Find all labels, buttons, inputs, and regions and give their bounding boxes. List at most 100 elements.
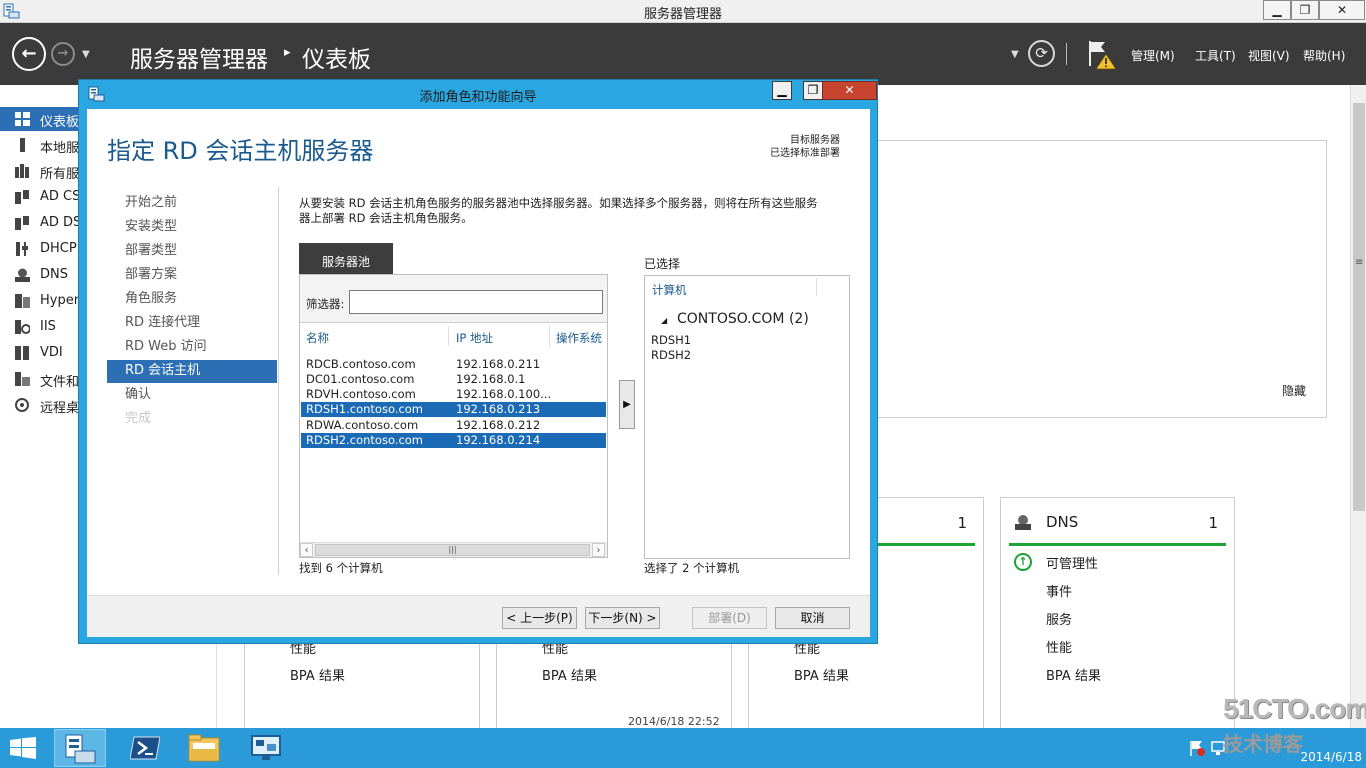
remote-desktop-connection-icon xyxy=(251,735,281,760)
server-row[interactable]: RDVH.contoso.com 192.168.0.100... xyxy=(301,387,606,402)
menu-manage[interactable]: 管理(M) xyxy=(1131,47,1175,64)
tile-row-bpa[interactable]: BPA 结果 xyxy=(290,665,345,684)
remote-desktop-icon xyxy=(15,398,29,412)
file-explorer-icon xyxy=(188,734,220,762)
back-button[interactable]: ← xyxy=(12,37,46,71)
tile-count: 1 xyxy=(1208,514,1218,532)
server-row-selected[interactable]: RDSH1.contoso.com 192.168.0.213 xyxy=(301,402,606,417)
menu-tools[interactable]: 工具(T) xyxy=(1195,47,1236,64)
next-button[interactable]: 下一步(N) > xyxy=(585,607,660,629)
history-dropdown-icon[interactable]: ▼ xyxy=(82,49,90,60)
taskbar xyxy=(0,728,1366,768)
start-windows-icon[interactable] xyxy=(10,737,36,759)
taskbar-remote-desktop[interactable] xyxy=(240,729,292,767)
add-to-selected-button[interactable]: ▶ xyxy=(619,380,635,429)
header-divider xyxy=(1066,43,1067,65)
minimize-button[interactable]: ▁ xyxy=(1263,0,1291,20)
scroll-right-icon[interactable]: › xyxy=(592,543,605,557)
server-row-selected[interactable]: RDSH2.contoso.com 192.168.0.214 xyxy=(301,433,606,448)
nav-item-dashboard[interactable]: 仪表板 xyxy=(0,107,80,131)
close-button[interactable]: ✕ xyxy=(1319,0,1365,20)
nav-item-iis[interactable]: IIS xyxy=(0,315,80,339)
server-row[interactable]: RDWA.contoso.com 192.168.0.212 xyxy=(301,418,606,433)
dns-tile[interactable]: DNS 1 ↑ 可管理性 事件 服务 性能 BPA 结果 xyxy=(1000,497,1235,737)
step-deployment-type[interactable]: 部署类型 xyxy=(107,240,277,263)
menu-view[interactable]: 视图(V) xyxy=(1248,47,1290,64)
step-deployment-scenario[interactable]: 部署方案 xyxy=(107,264,277,287)
horizontal-scrollbar[interactable]: ‹ ||| › xyxy=(300,542,607,557)
scroll-left-icon[interactable]: ‹ xyxy=(300,543,313,557)
wizard-minimize-button[interactable]: ▁ xyxy=(772,81,792,100)
nav-item-label: 远程桌 xyxy=(40,401,80,416)
collapse-triangle-icon[interactable]: ◢ xyxy=(661,316,667,325)
tab-server-pool[interactable]: 服务器池 xyxy=(299,243,393,274)
wizard-close-button[interactable]: ✕ xyxy=(822,81,877,100)
destination-server-label: 目标服务器 已选择标准部署 xyxy=(770,134,840,160)
nav-item-file-services[interactable]: 文件和 xyxy=(0,367,80,391)
selected-item[interactable]: RDSH1 xyxy=(651,333,691,347)
nav-item-label: 所有服 xyxy=(40,167,80,182)
taskbar-server-manager[interactable] xyxy=(54,729,106,767)
column-header-os[interactable]: 操作系统 xyxy=(556,330,602,346)
header-dropdown-icon[interactable]: ▼ xyxy=(1011,49,1019,60)
column-separator[interactable] xyxy=(549,326,550,346)
nav-item-dhcp[interactable]: DHCP xyxy=(0,237,80,261)
scrollbar-thumb[interactable]: ||| xyxy=(315,544,590,556)
previous-button[interactable]: < 上一步(P) xyxy=(502,607,577,629)
nav-item-label: Hyper xyxy=(40,293,80,308)
nav-item-vdi[interactable]: VDI xyxy=(0,341,80,365)
cancel-button[interactable]: 取消 xyxy=(775,607,850,629)
hide-welcome-link[interactable]: 隐藏 xyxy=(1282,382,1306,399)
step-confirmation[interactable]: 确认 xyxy=(107,384,277,407)
action-center-flag-icon[interactable] xyxy=(1188,739,1206,757)
tray-clock[interactable]: 2014/6/18 xyxy=(1300,735,1362,764)
wizard-maximize-button[interactable]: ❐ xyxy=(803,81,823,100)
scrollbar-thumb[interactable] xyxy=(1353,103,1365,511)
refresh-icon[interactable]: ⟳ xyxy=(1028,40,1055,67)
step-before-you-begin[interactable]: 开始之前 xyxy=(107,192,277,215)
nav-item-all-servers[interactable]: 所有服 xyxy=(0,159,80,183)
taskbar-file-explorer[interactable] xyxy=(178,729,230,767)
tile-row-manageability[interactable]: 可管理性 xyxy=(1046,553,1098,572)
step-rd-web-access[interactable]: RD Web 访问 xyxy=(107,336,277,359)
column-header-ip[interactable]: IP 地址 xyxy=(456,330,493,346)
nav-item-dns[interactable]: DNS xyxy=(0,263,80,287)
tile-row-bpa[interactable]: BPA 结果 xyxy=(1046,665,1101,684)
notifications-flag-icon[interactable] xyxy=(1086,38,1118,70)
wizard-titlebar[interactable]: 添加角色和功能向导 ▁ ❐ ✕ xyxy=(79,80,877,107)
forward-arrow-icon: → xyxy=(57,46,69,61)
column-header-computer[interactable]: 计算机 xyxy=(652,282,687,298)
nav-item-hyperv[interactable]: Hyper xyxy=(0,289,80,313)
server-row[interactable]: DC01.contoso.com 192.168.0.1 xyxy=(301,372,606,387)
step-rd-connection-broker[interactable]: RD 连接代理 xyxy=(107,312,277,335)
nav-item-local-server[interactable]: 本地服 xyxy=(0,133,80,157)
nav-item-ad-ds[interactable]: AD DS xyxy=(0,211,81,235)
breadcrumb-root[interactable]: 服务器管理器 xyxy=(130,40,268,74)
add-roles-wizard-dialog: 添加角色和功能向导 ▁ ❐ ✕ 指定 RD 会话主机服务器 目标服务器 已选择标… xyxy=(78,79,878,644)
forward-button[interactable]: → xyxy=(51,42,75,66)
menu-help[interactable]: 帮助(H) xyxy=(1303,47,1345,64)
server-manager-header: ← → ▼ 服务器管理器 ▸ 仪表板 ▼ ⟳ 管理(M) 工具(T) 视图(V)… xyxy=(0,23,1366,85)
server-row[interactable]: RDCB.contoso.com 192.168.0.211 xyxy=(301,357,606,372)
nav-item-ad-cs[interactable]: AD CS xyxy=(0,185,80,209)
step-role-services[interactable]: 角色服务 xyxy=(107,288,277,311)
welcome-panel xyxy=(875,140,1327,418)
found-count: 找到 6 个计算机 xyxy=(299,561,383,575)
taskbar-powershell[interactable] xyxy=(119,729,171,767)
tile-row-bpa[interactable]: BPA 结果 xyxy=(794,665,849,684)
tile-row-performance[interactable]: 性能 xyxy=(1046,637,1072,656)
step-rd-session-host[interactable]: RD 会话主机 xyxy=(107,360,277,383)
vertical-scrollbar[interactable]: ≡ xyxy=(1350,85,1366,728)
maximize-button[interactable]: ❐ xyxy=(1291,0,1319,20)
column-separator[interactable] xyxy=(448,326,449,346)
tile-row-bpa[interactable]: BPA 结果 xyxy=(542,665,597,684)
selected-group[interactable]: CONTOSO.COM (2) xyxy=(677,311,809,327)
column-separator[interactable] xyxy=(816,278,817,296)
column-header-name[interactable]: 名称 xyxy=(306,330,329,346)
tile-row-services[interactable]: 服务 xyxy=(1046,609,1072,628)
step-installation-type[interactable]: 安装类型 xyxy=(107,216,277,239)
nav-item-remote-desktop[interactable]: 远程桌 xyxy=(0,393,80,417)
selected-item[interactable]: RDSH2 xyxy=(651,348,691,362)
tile-row-events[interactable]: 事件 xyxy=(1046,581,1072,600)
filter-input[interactable] xyxy=(349,290,603,314)
